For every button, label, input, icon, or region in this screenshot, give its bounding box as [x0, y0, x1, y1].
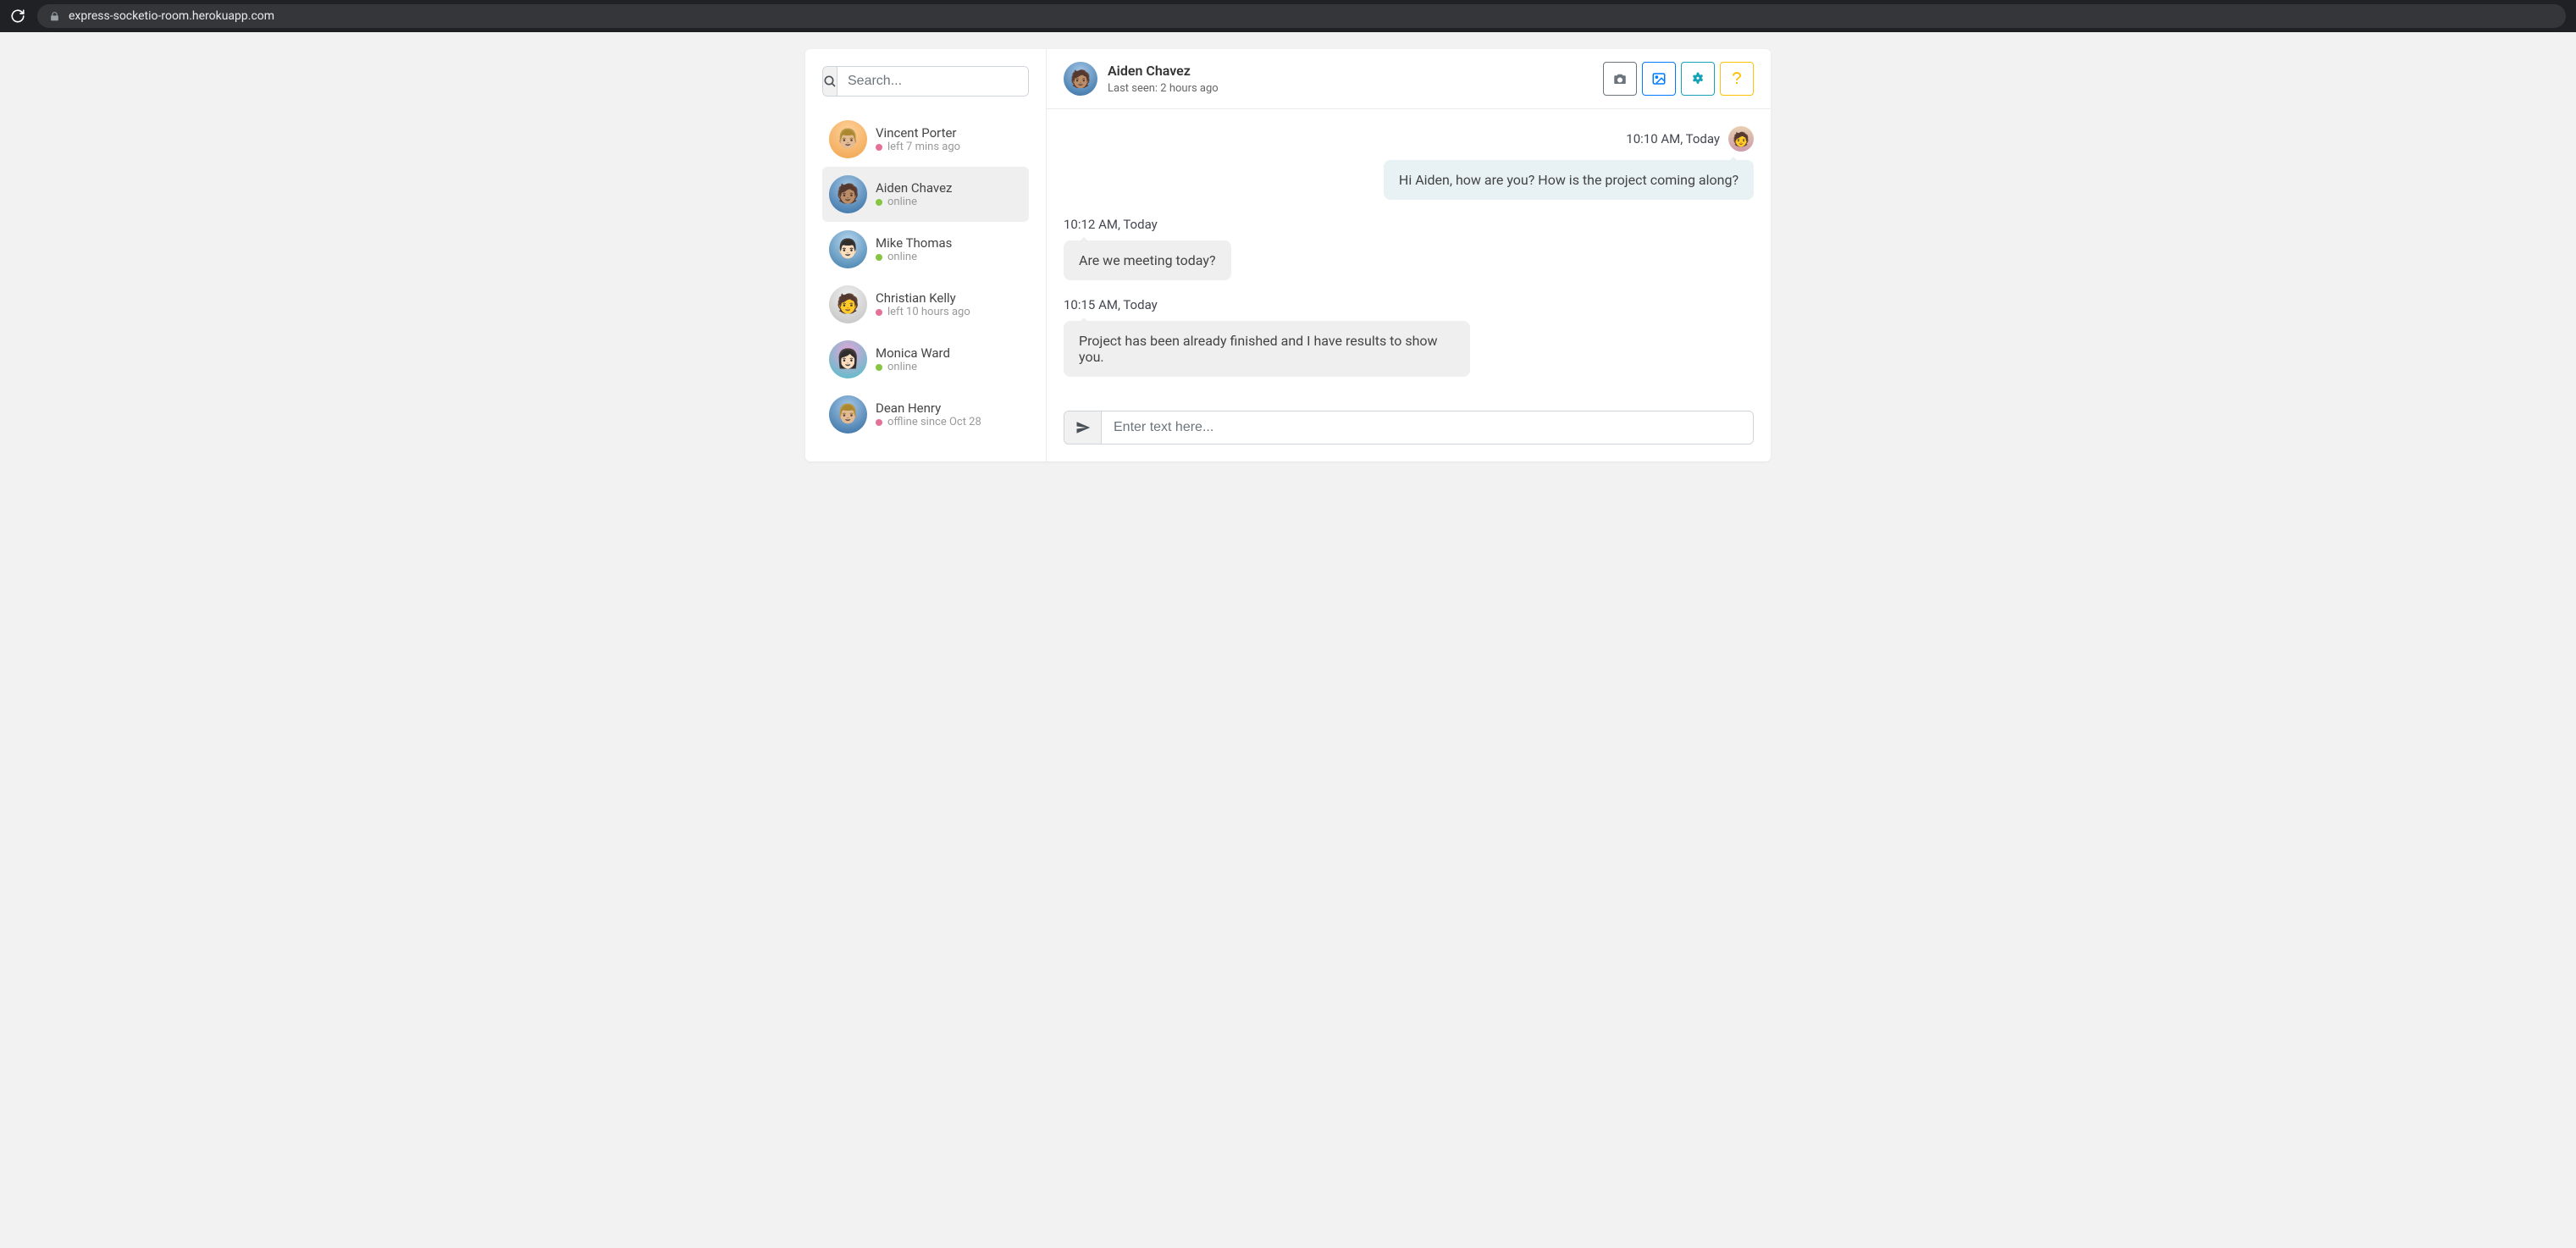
contact-status: online [876, 196, 953, 208]
gears-icon [1690, 71, 1705, 86]
send-icon[interactable] [1064, 411, 1102, 444]
search-input[interactable] [837, 67, 1029, 96]
contact-name: Monica Ward [876, 345, 950, 361]
contact-status: online [876, 251, 952, 263]
message-time: 10:12 AM, Today [1064, 217, 1158, 232]
browser-bar: express-socketio-room.herokuapp.com [0, 0, 2576, 32]
status-dot-icon [876, 419, 882, 426]
message-time: 10:15 AM, Today [1064, 297, 1158, 312]
status-dot-icon [876, 199, 882, 206]
avatar: 🧑🏽 [829, 175, 867, 213]
lock-icon [49, 11, 60, 22]
avatar: 👨🏻 [829, 230, 867, 268]
question-icon [1733, 72, 1741, 86]
reload-button[interactable] [10, 8, 25, 24]
image-icon [1651, 71, 1667, 86]
chat-body: 10:10 AM, Today 🧑 Hi Aiden, how are you? H… [1047, 109, 1771, 411]
avatar: 👨🏼 [829, 395, 867, 433]
message-meta: 10:10 AM, Today 🧑 [1064, 126, 1754, 152]
contact-item[interactable]: 👨🏼 Vincent Porterleft 7 mins ago [822, 112, 1029, 167]
contact-name: Aiden Chavez [876, 180, 953, 196]
camera-button[interactable] [1603, 62, 1637, 96]
contact-item[interactable]: 🧑🏽 Aiden Chavezonline [822, 167, 1029, 222]
chat-input-row [1047, 411, 1771, 461]
status-dot-icon [876, 309, 882, 316]
avatar: 🧑 [829, 285, 867, 323]
message-group: 10:10 AM, Today 🧑 Hi Aiden, how are you? H… [1064, 126, 1754, 200]
message-time: 10:10 AM, Today [1626, 131, 1720, 146]
contact-name: Vincent Porter [876, 125, 960, 141]
message-bubble: Project has been already finished and I … [1064, 321, 1470, 377]
settings-button[interactable] [1681, 62, 1715, 96]
url-text: express-socketio-room.herokuapp.com [69, 9, 274, 23]
contact-item[interactable]: 🧑 Christian Kellyleft 10 hours ago [822, 277, 1029, 332]
contact-item[interactable]: 👩🏻 Monica Wardonline [822, 332, 1029, 387]
contact-name: Mike Thomas [876, 235, 952, 251]
avatar: 🧑 [1728, 126, 1754, 152]
contact-list: 👨🏼 Vincent Porterleft 7 mins ago 🧑🏽 Aiden C… [822, 112, 1029, 442]
contact-item[interactable]: 👨🏼 Dean Henryoffline since Oct 28 [822, 387, 1029, 442]
chat-header-subtitle: Last seen: 2 hours ago [1108, 82, 1219, 95]
contact-status: left 7 mins ago [876, 141, 960, 153]
chat-header: 🧑🏽 Aiden Chavez Last seen: 2 hours ago [1047, 49, 1771, 109]
status-dot-icon [876, 144, 882, 151]
message-group: 10:15 AM, Today Project has been already … [1064, 297, 1754, 377]
search-icon [823, 67, 837, 96]
avatar: 👩🏻 [829, 340, 867, 378]
message-meta: 10:15 AM, Today [1064, 297, 1754, 312]
status-dot-icon [876, 364, 882, 371]
message-input[interactable] [1102, 411, 1753, 444]
status-dot-icon [876, 254, 882, 261]
contact-name: Christian Kelly [876, 290, 970, 306]
contact-name: Dean Henry [876, 400, 981, 416]
avatar: 👨🏼 [829, 120, 867, 158]
search-group [822, 66, 1029, 97]
chat-panel: 🧑🏽 Aiden Chavez Last seen: 2 hours ago [1047, 49, 1771, 461]
camera-icon [1612, 71, 1628, 86]
contact-item[interactable]: 👨🏻 Mike Thomasonline [822, 222, 1029, 277]
chat-app-card: 👨🏼 Vincent Porterleft 7 mins ago 🧑🏽 Aiden C… [805, 49, 1771, 461]
contact-status: online [876, 361, 950, 373]
message-bubble: Hi Aiden, how are you? How is the projec… [1384, 160, 1754, 200]
contact-status: left 10 hours ago [876, 306, 970, 318]
help-button[interactable] [1720, 62, 1754, 96]
message-bubble: Are we meeting today? [1064, 240, 1231, 280]
image-button[interactable] [1642, 62, 1676, 96]
message-group: 10:12 AM, Today Are we meeting today? [1064, 217, 1754, 280]
message-meta: 10:12 AM, Today [1064, 217, 1754, 232]
avatar: 🧑🏽 [1064, 62, 1097, 96]
chat-header-name: Aiden Chavez [1108, 63, 1219, 79]
sidebar: 👨🏼 Vincent Porterleft 7 mins ago 🧑🏽 Aiden C… [805, 49, 1047, 461]
contact-status: offline since Oct 28 [876, 416, 981, 428]
chat-header-actions [1603, 62, 1754, 96]
url-bar[interactable]: express-socketio-room.herokuapp.com [37, 4, 2566, 28]
